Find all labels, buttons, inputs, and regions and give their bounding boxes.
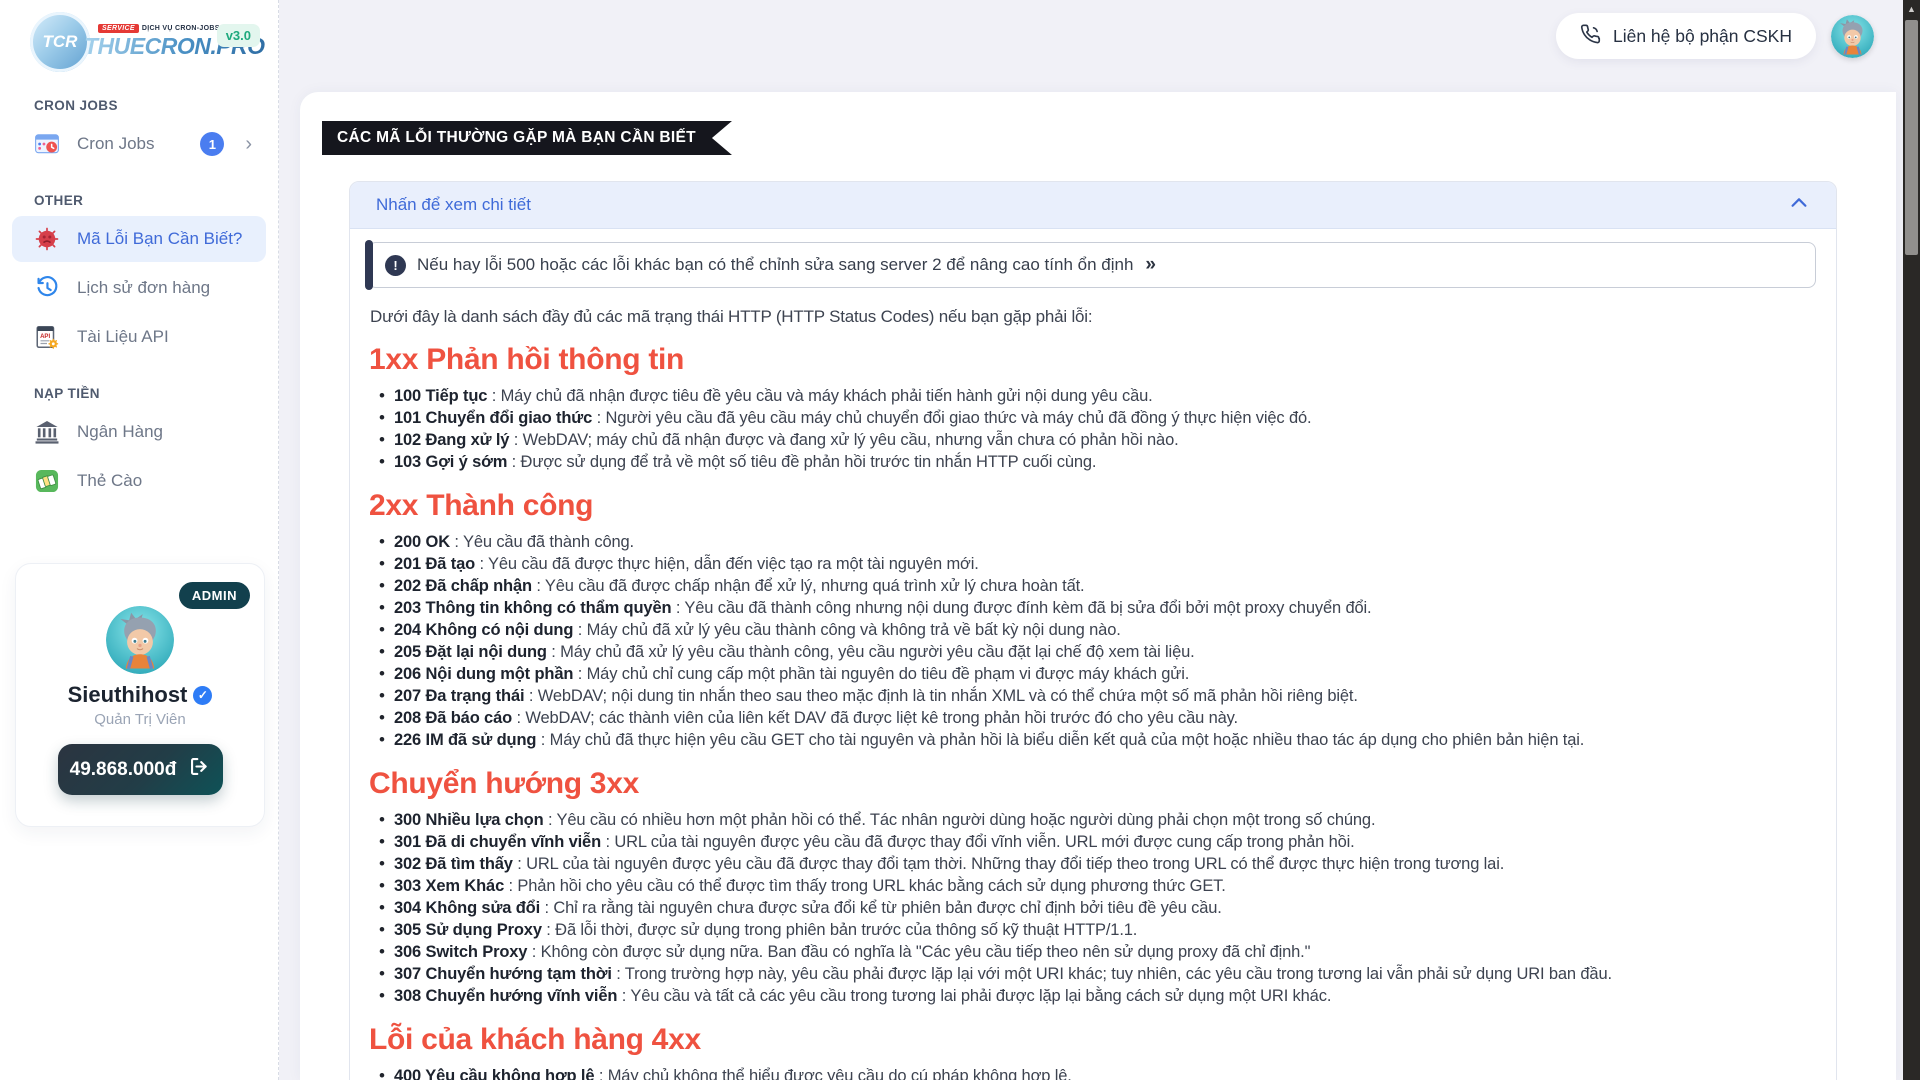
status-code-item: 226 IM đã sử dụng : Máy chủ đã thực hiện…	[377, 729, 1816, 751]
server-tip-text: Nếu hay lỗi 500 hoặc các lỗi khác bạn có…	[417, 255, 1133, 275]
scrollbar-thumb[interactable]	[1905, 20, 1918, 255]
sidebar-item-label: Tài Liệu API	[77, 327, 252, 347]
status-code-list: 300 Nhiều lựa chọn : Yêu cầu có nhiều hơ…	[368, 809, 1816, 1007]
chevron-right-icon: ›	[245, 134, 252, 154]
sidebar-item-order-history[interactable]: Lịch sử đơn hàng	[12, 265, 266, 311]
main-content: CÁC MÃ LỖI THƯỜNG GẶP MÀ BẠN CẦN BIẾT Nh…	[300, 92, 1896, 1080]
count-badge: 1	[200, 132, 224, 156]
page-title-ribbon: CÁC MÃ LỖI THƯỜNG GẶP MÀ BẠN CẦN BIẾT	[322, 121, 732, 155]
cron-jobs-icon	[34, 131, 60, 157]
topbar: Liên hệ bộ phận CSKH	[279, 0, 1896, 92]
status-code-item: 203 Thông tin không có thẩm quyền : Yêu …	[377, 597, 1816, 619]
status-code-item: 307 Chuyển hướng tạm thời : Trong trường…	[377, 963, 1816, 985]
phone-call-icon	[1580, 23, 1602, 50]
status-code-item: 207 Đa trạng thái : WebDAV; nội dung tin…	[377, 685, 1816, 707]
status-code-item: 205 Đặt lại nội dung : Máy chủ đã xử lý …	[377, 641, 1816, 663]
collapse-header[interactable]: Nhấn để xem chi tiết	[350, 182, 1836, 229]
status-code-item: 308 Chuyển hướng vĩnh viễn : Yêu cầu và …	[377, 985, 1816, 1007]
status-code-item: 300 Nhiều lựa chọn : Yêu cầu có nhiều hơ…	[377, 809, 1816, 831]
logout-icon	[189, 756, 210, 783]
verified-check-icon: ✓	[193, 686, 212, 705]
status-code-item: 103 Gợi ý sớm : Được sử dụng để trả về m…	[377, 451, 1816, 473]
sidebar-item-bank[interactable]: Ngân Hàng	[12, 409, 266, 455]
sidebar-item-card[interactable]: Thẻ Cào	[12, 458, 266, 504]
status-code-item: 302 Đã tìm thấy : URL của tài nguyên đượ…	[377, 853, 1816, 875]
status-code-item: 100 Tiếp tục : Máy chủ đã nhận được tiêu…	[377, 385, 1816, 407]
status-code-sections: 1xx Phản hồi thông tin 100 Tiếp tục : Máy…	[368, 343, 1816, 1080]
status-code-item: 208 Đã báo cáo : WebDAV; các thành viên …	[377, 707, 1816, 729]
contact-support-label: Liên hệ bộ phận CSKH	[1613, 26, 1792, 47]
sidebar-nav: CRON JOBS Cron Jobs 1 › OTHER Mã Lỗi Bạn Cần …	[0, 98, 278, 504]
profile-role: Quản Trị Viên	[16, 711, 264, 728]
error-codes-card: Nhấn để xem chi tiết ! Nếu hay lỗi 500 h…	[349, 181, 1837, 1080]
admin-badge: ADMIN	[179, 582, 250, 609]
logo[interactable]: TCR SERVICE DỊCH VỤ CRON-JOBS #1 THUECRO…	[0, 0, 278, 72]
logo-circle-icon: TCR	[30, 12, 90, 72]
profile-name: Sieuthihost	[68, 682, 188, 708]
status-code-list: 100 Tiếp tục : Máy chủ đã nhận được tiêu…	[368, 385, 1816, 473]
profile-avatar	[106, 606, 174, 674]
status-code-item: 304 Không sửa đổi : Chỉ ra rằng tài nguy…	[377, 897, 1816, 919]
logo-tagline-chip: SERVICE	[98, 24, 139, 33]
svg-text:API: API	[40, 334, 50, 340]
section-heading: 1xx Phản hồi thông tin	[369, 343, 1816, 377]
balance-logout-button[interactable]: 49.868.000đ	[58, 744, 223, 795]
status-code-item: 306 Switch Proxy : Không còn được sử dụn…	[377, 941, 1816, 963]
chevron-up-icon[interactable]	[1788, 192, 1810, 219]
version-badge: v3.0	[217, 24, 260, 47]
status-code-list: 200 OK : Yêu cầu đã thành công.201 Đã tạ…	[368, 531, 1816, 751]
status-code-item: 303 Xem Khác : Phản hồi cho yêu cầu có t…	[377, 875, 1816, 897]
bank-icon	[34, 419, 60, 445]
sidebar: TCR SERVICE DỊCH VỤ CRON-JOBS #1 THUECRO…	[0, 0, 279, 1080]
status-code-item: 200 OK : Yêu cầu đã thành công.	[377, 531, 1816, 553]
sidebar-item-cron-jobs[interactable]: Cron Jobs 1 ›	[12, 121, 266, 167]
sidebar-item-label: Thẻ Cào	[77, 471, 252, 491]
status-code-item: 201 Đã tạo : Yêu cầu đã được thực hiện, …	[377, 553, 1816, 575]
status-code-item: 102 Đang xử lý : WebDAV; máy chủ đã nhận…	[377, 429, 1816, 451]
exclamation-icon: !	[385, 255, 406, 276]
status-code-list: 400 Yêu cầu không hợp lệ : Máy chủ không…	[368, 1065, 1816, 1080]
sidebar-item-error-codes[interactable]: Mã Lỗi Bạn Cần Biết?	[12, 216, 266, 262]
page-scrollbar[interactable]: ▲	[1903, 0, 1920, 1080]
error-codes-icon	[34, 226, 60, 252]
scroll-up-arrow-icon[interactable]: ▲	[1903, 4, 1920, 14]
section-heading: Chuyển hướng 3xx	[369, 767, 1816, 801]
double-chevron-icon[interactable]: »	[1145, 254, 1156, 276]
status-code-item: 202 Đã chấp nhận : Yêu cầu đã được chấp …	[377, 575, 1816, 597]
collapse-body: ! Nếu hay lỗi 500 hoặc các lỗi khác bạn …	[350, 229, 1836, 1080]
balance-amount: 49.868.000đ	[70, 759, 177, 781]
status-code-item: 301 Đã di chuyển vĩnh viễn : URL của tài…	[377, 831, 1816, 853]
status-code-item: 400 Yêu cầu không hợp lệ : Máy chủ không…	[377, 1065, 1816, 1080]
scratch-card-icon	[34, 468, 60, 494]
profile-card: ADMIN Sieuthihost ✓ Quản Trị Viên 49.868…	[15, 563, 265, 827]
status-code-item: 204 Không có nội dung : Máy chủ đã xử lý…	[377, 619, 1816, 641]
sidebar-item-api-docs[interactable]: API Tài Liệu API	[12, 314, 266, 360]
section-heading: 2xx Thành công	[369, 489, 1816, 523]
section-heading: Lỗi của khách hàng 4xx	[369, 1023, 1816, 1057]
intro-text: Dưới đây là danh sách đầy đủ các mã trạn…	[370, 307, 1816, 327]
status-code-item: 101 Chuyển đổi giao thức : Người yêu cầu…	[377, 407, 1816, 429]
sidebar-section-title: NẠP TIỀN	[34, 386, 278, 401]
collapse-header-label: Nhấn để xem chi tiết	[376, 195, 531, 215]
sidebar-item-label: Lịch sử đơn hàng	[77, 278, 252, 298]
user-avatar[interactable]	[1831, 15, 1874, 58]
contact-support-button[interactable]: Liên hệ bộ phận CSKH	[1556, 13, 1816, 59]
status-code-item: 206 Nội dung một phần : Máy chủ chỉ cung…	[377, 663, 1816, 685]
order-history-icon	[34, 275, 60, 301]
sidebar-section-title: CRON JOBS	[34, 98, 278, 113]
sidebar-section-title: OTHER	[34, 193, 278, 208]
api-docs-icon: API	[34, 324, 60, 350]
server-tip-alert: ! Nếu hay lỗi 500 hoặc các lỗi khác bạn …	[368, 242, 1816, 288]
sidebar-item-label: Mã Lỗi Bạn Cần Biết?	[77, 229, 252, 249]
sidebar-item-label: Cron Jobs	[77, 134, 183, 154]
status-code-item: 305 Sử dụng Proxy : Đã lỗi thời, được sử…	[377, 919, 1816, 941]
sidebar-item-label: Ngân Hàng	[77, 422, 252, 442]
